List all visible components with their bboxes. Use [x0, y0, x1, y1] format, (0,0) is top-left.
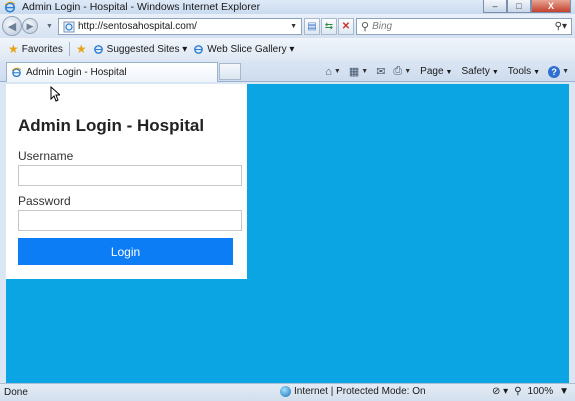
print-dropdown-icon[interactable]: ▼	[404, 68, 411, 75]
search-provider-icon: ⚲	[361, 21, 370, 33]
page-menu[interactable]: Page ▼	[420, 66, 452, 77]
window-controls: – □ X	[483, 0, 571, 13]
window-title: Admin Login - Hospital - Windows Interne…	[22, 1, 261, 13]
search-box[interactable]: ⚲ Bing ⚲▾	[356, 18, 572, 35]
ie-tab-icon	[11, 67, 22, 78]
password-input[interactable]	[18, 210, 242, 231]
username-label: Username	[18, 149, 74, 163]
password-label: Password	[18, 194, 71, 208]
address-dropdown-icon[interactable]: ▼	[290, 23, 297, 30]
compatibility-view-button[interactable]: ▤	[304, 18, 320, 35]
help-icon[interactable]: ?	[548, 65, 561, 78]
chevron-down-icon: ▼	[445, 69, 453, 76]
status-bar: Done Internet | Protected Mode: On ⊘ ▾ ⚲…	[0, 383, 575, 401]
close-button[interactable]: X	[531, 0, 571, 13]
chevron-down-icon: ▼	[533, 69, 541, 76]
refresh-button[interactable]: ⇆	[321, 18, 337, 35]
security-zone[interactable]: Internet | Protected Mode: On	[280, 386, 426, 397]
cursor-icon	[50, 86, 60, 102]
back-button[interactable]: ◀	[2, 16, 22, 36]
tab-active[interactable]: Admin Login - Hospital	[6, 62, 218, 82]
tab-row: Admin Login - Hospital ⌂ ▼ ▦ ▼ ✉ ⎙ ▼ Page ▼ …	[0, 60, 575, 82]
maximize-button[interactable]: □	[507, 0, 531, 13]
home-icon[interactable]: ⌂	[325, 66, 332, 78]
home-dropdown-icon[interactable]: ▼	[334, 68, 341, 75]
login-button[interactable]: Login	[18, 238, 233, 265]
login-heading: Admin Login - Hospital	[18, 116, 205, 135]
login-panel: Admin Login - Hospital Username Password…	[6, 84, 247, 279]
feeds-icon[interactable]: ▦	[349, 65, 359, 78]
ie-logo-icon	[4, 1, 16, 13]
command-bar: ⌂ ▼ ▦ ▼ ✉ ⎙ ▼ Page ▼ Safety ▼ Tools ▼ ? ▼	[317, 63, 569, 80]
print-icon[interactable]: ⎙	[393, 65, 402, 78]
tab-title: Admin Login - Hospital	[26, 67, 127, 78]
page-menu-label: Page	[420, 66, 444, 77]
stop-icon: ✕	[341, 21, 351, 32]
status-right: ⊘ ▾ ⚲ 100% ▼	[486, 386, 569, 397]
mail-icon[interactable]: ✉	[376, 65, 385, 78]
web-slice-gallery-link[interactable]: Web Slice Gallery ▾	[207, 44, 294, 55]
divider	[68, 42, 70, 56]
safety-menu-label: Safety	[461, 66, 490, 77]
add-favorite-icon[interactable]: ★	[76, 42, 87, 56]
stop-button[interactable]: ✕	[338, 18, 354, 35]
ie-page-icon	[194, 44, 204, 54]
back-icon: ◀	[7, 20, 17, 33]
suggested-sites-link[interactable]: Suggested Sites ▾	[107, 44, 188, 55]
refresh-icon: ⇆	[324, 21, 334, 32]
url-text[interactable]: http://sentosahospital.com/	[78, 21, 290, 32]
username-input[interactable]	[18, 165, 242, 186]
compatibility-icon: ▤	[307, 21, 317, 32]
safety-menu[interactable]: Safety ▼	[461, 66, 498, 77]
ie-page-icon	[93, 44, 103, 54]
favorites-star-icon[interactable]: ★	[8, 42, 19, 56]
browser-frame-right	[569, 84, 575, 383]
tools-menu-label: Tools	[507, 66, 532, 77]
search-icon[interactable]: ⚲▾	[555, 21, 567, 32]
privacy-icon[interactable]: ⊘ ▾	[492, 386, 508, 397]
page-icon	[63, 21, 75, 32]
globe-icon	[280, 386, 291, 397]
favorites-button[interactable]: Favorites	[22, 44, 63, 55]
zoom-level[interactable]: 100%	[528, 386, 554, 397]
feeds-dropdown-icon[interactable]: ▼	[361, 68, 368, 75]
zoom-icon[interactable]: ⚲	[514, 386, 521, 397]
help-dropdown-icon[interactable]: ▼	[562, 68, 569, 75]
tools-menu[interactable]: Tools ▼	[508, 66, 540, 77]
search-placeholder[interactable]: Bing	[372, 21, 555, 32]
recent-pages-dropdown[interactable]: ▼	[46, 23, 53, 30]
forward-button[interactable]: ▶	[22, 18, 38, 34]
chevron-down-icon: ▼	[491, 69, 499, 76]
minimize-button[interactable]: –	[483, 0, 507, 13]
window-title-bar: Admin Login - Hospital - Windows Interne…	[0, 0, 575, 14]
favorites-bar: ★ Favorites ★ Suggested Sites ▾ Web Slic…	[0, 38, 575, 60]
status-text: Done	[4, 387, 28, 398]
new-tab-button[interactable]	[219, 63, 241, 80]
zoom-dropdown-icon[interactable]: ▼	[559, 386, 569, 397]
address-row: ◀ ▶ ▼ http://sentosahospital.com/ ▼ ▤ ⇆ …	[0, 14, 575, 38]
address-bar[interactable]: http://sentosahospital.com/ ▼	[58, 18, 302, 35]
zone-text: Internet | Protected Mode: On	[294, 386, 426, 397]
forward-icon: ▶	[26, 20, 34, 31]
